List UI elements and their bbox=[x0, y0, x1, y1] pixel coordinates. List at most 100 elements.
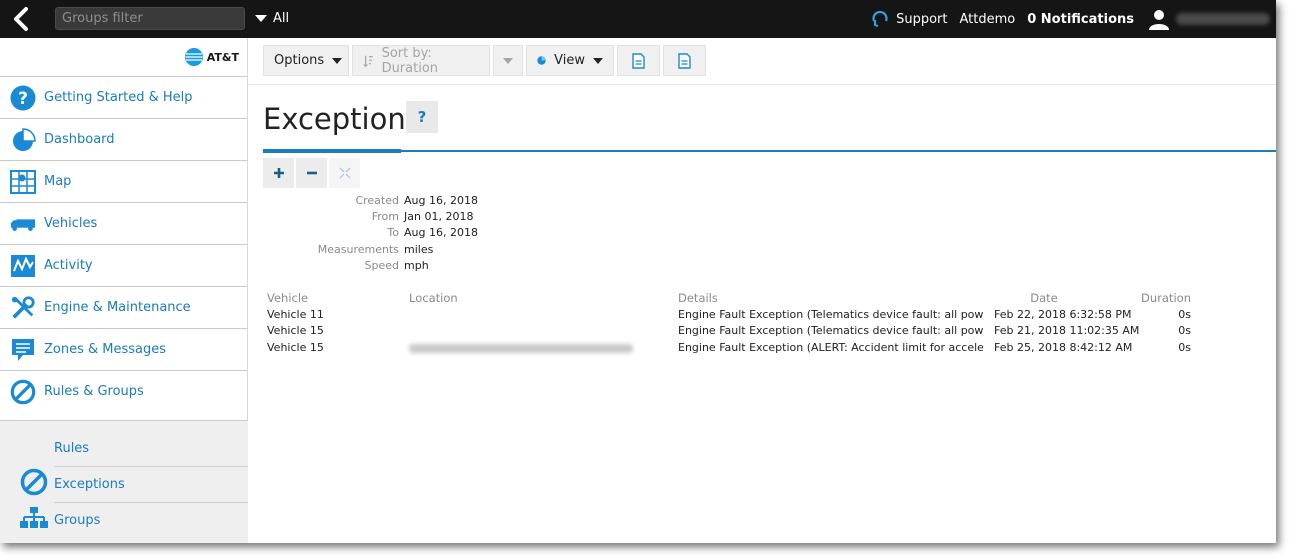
top-right-controls: Support Attdemo 0 Notifications bbox=[870, 0, 1276, 38]
submenu-item-groups[interactable]: Groups bbox=[0, 503, 248, 537]
user-icon[interactable] bbox=[1148, 8, 1170, 30]
title-accent-bar bbox=[263, 149, 401, 153]
table-row[interactable]: Vehicle 15 Engine Fault Exception (ALERT… bbox=[267, 341, 1197, 358]
details-cell: Engine Fault Exception (Telematics devic… bbox=[678, 307, 983, 321]
top-bar: All Support Attdemo 0 Notifications bbox=[0, 0, 1276, 38]
message-icon bbox=[10, 337, 36, 363]
meta-value: Jan 01, 2018 bbox=[404, 209, 474, 223]
chevron-left-icon bbox=[14, 7, 28, 31]
back-button[interactable] bbox=[6, 4, 36, 34]
toolbar-divider bbox=[248, 84, 1276, 85]
title-underline bbox=[263, 150, 1276, 152]
sidebar-item-label: Engine & Maintenance bbox=[44, 300, 191, 315]
support-label: Support bbox=[896, 11, 948, 27]
submenu-item-rules[interactable]: Rules bbox=[0, 431, 248, 465]
help-circle-icon: ? bbox=[10, 85, 36, 111]
fit-view-button[interactable] bbox=[329, 158, 360, 188]
sidebar-item-activity[interactable]: Activity bbox=[0, 244, 247, 286]
meta-row: Measurements miles bbox=[263, 241, 478, 257]
column-header-vehicle[interactable]: Vehicle bbox=[267, 291, 308, 305]
database-name[interactable]: Attdemo bbox=[960, 12, 1016, 27]
tools-icon bbox=[10, 295, 36, 321]
collapse-all-button[interactable] bbox=[296, 158, 327, 188]
submenu-item-exceptions[interactable]: Exceptions bbox=[0, 467, 248, 501]
table-header-row: Vehicle Location Details Date Duration bbox=[267, 291, 1197, 308]
page-title: Exceptions bbox=[263, 102, 421, 136]
column-header-duration[interactable]: Duration bbox=[1141, 291, 1191, 305]
vehicle-cell: Vehicle 15 bbox=[267, 324, 324, 337]
view-button[interactable]: View bbox=[526, 45, 614, 76]
sidebar-item-dashboard[interactable]: Dashboard bbox=[0, 118, 247, 160]
meta-row: To Aug 16, 2018 bbox=[263, 225, 478, 241]
sidebar-item-label: Dashboard bbox=[44, 132, 115, 147]
duration-cell: 0s bbox=[1178, 324, 1191, 337]
column-header-details[interactable]: Details bbox=[678, 291, 983, 305]
column-header-location[interactable]: Location bbox=[409, 291, 458, 305]
sidebar-item-map[interactable]: Map bbox=[0, 160, 247, 202]
table-row[interactable]: Vehicle 11 Engine Fault Exception (Telem… bbox=[267, 308, 1197, 325]
prohibited-icon bbox=[20, 468, 48, 500]
sidebar-item-rules-groups[interactable]: Rules & Groups bbox=[0, 370, 247, 412]
truck-icon bbox=[10, 211, 36, 237]
table-row[interactable]: Vehicle 15 Engine Fault Exception (Telem… bbox=[267, 324, 1197, 341]
expand-collapse-controls bbox=[263, 158, 360, 188]
vehicle-cell: Vehicle 11 bbox=[267, 307, 324, 321]
meta-key: Speed bbox=[364, 258, 399, 272]
expand-all-button[interactable] bbox=[263, 158, 294, 188]
sidebar-item-label: Rules & Groups bbox=[44, 384, 144, 399]
document-icon bbox=[678, 52, 691, 69]
sidebar-item-vehicles[interactable]: Vehicles bbox=[0, 202, 247, 244]
pie-chart-icon bbox=[537, 56, 546, 65]
activity-graph-icon bbox=[10, 253, 36, 279]
help-button[interactable]: ? bbox=[406, 101, 438, 133]
column-header-date[interactable]: Date bbox=[994, 291, 1094, 305]
submenu-item-label: Groups bbox=[54, 512, 101, 528]
pie-chart-icon bbox=[10, 127, 36, 153]
map-icon bbox=[10, 169, 36, 195]
sidebar-item-label: Map bbox=[44, 174, 72, 189]
meta-value: miles bbox=[404, 242, 434, 256]
org-chart-icon bbox=[20, 506, 48, 534]
headset-icon bbox=[872, 10, 888, 28]
compress-icon bbox=[339, 167, 350, 179]
caret-down-icon bbox=[255, 15, 267, 22]
groups-selector-dropdown[interactable]: All bbox=[255, 11, 289, 26]
sidebar-item-label: Getting Started & Help bbox=[44, 90, 193, 105]
brand-logo-text: AT&T bbox=[206, 50, 239, 64]
meta-value: Aug 16, 2018 bbox=[404, 226, 478, 240]
report-metadata: Created Aug 16, 2018 From Jan 01, 2018 To A… bbox=[263, 192, 478, 273]
meta-row: Speed mph bbox=[263, 257, 478, 273]
duration-cell: 0s bbox=[1178, 307, 1191, 321]
notifications-link[interactable]: 0 Notifications bbox=[1027, 12, 1134, 27]
sidebar-item-label: Activity bbox=[44, 258, 93, 273]
submenu-item-label: Rules bbox=[54, 440, 90, 456]
meta-key: Created bbox=[355, 193, 399, 207]
meta-key: From bbox=[371, 209, 399, 223]
rules-groups-submenu: Rules Exceptions Groups bbox=[0, 420, 248, 543]
meta-value: mph bbox=[404, 258, 429, 272]
date-cell: Feb 25, 2018 8:42:12 AM bbox=[994, 340, 1133, 354]
support-link[interactable]: Support bbox=[870, 9, 948, 29]
options-button[interactable]: Options bbox=[263, 45, 349, 76]
toolbar: Options Sort by: Duration View bbox=[263, 45, 706, 76]
meta-key: Measurements bbox=[317, 242, 399, 256]
vehicle-cell: Vehicle 15 bbox=[267, 340, 324, 354]
export-excel-button[interactable] bbox=[617, 45, 660, 76]
location-cell-redacted bbox=[409, 341, 633, 356]
att-globe-icon bbox=[184, 48, 203, 66]
sort-by-button[interactable]: Sort by: Duration bbox=[352, 45, 490, 76]
view-label: View bbox=[554, 53, 585, 68]
meta-key: To bbox=[387, 226, 399, 240]
date-cell: Feb 22, 2018 6:32:58 PM bbox=[994, 307, 1132, 321]
minus-icon bbox=[306, 171, 317, 175]
groups-filter-input[interactable] bbox=[55, 7, 245, 30]
prohibited-icon bbox=[10, 379, 36, 405]
sidebar-item-zones-messages[interactable]: Zones & Messages bbox=[0, 328, 247, 370]
export-pdf-button[interactable] bbox=[663, 45, 706, 76]
sidebar-item-getting-started[interactable]: ? Getting Started & Help bbox=[0, 76, 247, 118]
redacted-address bbox=[409, 343, 633, 353]
duration-cell: 0s bbox=[1178, 340, 1191, 354]
sort-direction-dropdown[interactable] bbox=[493, 45, 523, 76]
caret-down-icon bbox=[593, 57, 603, 64]
sidebar-item-engine-maintenance[interactable]: Engine & Maintenance bbox=[0, 286, 247, 328]
